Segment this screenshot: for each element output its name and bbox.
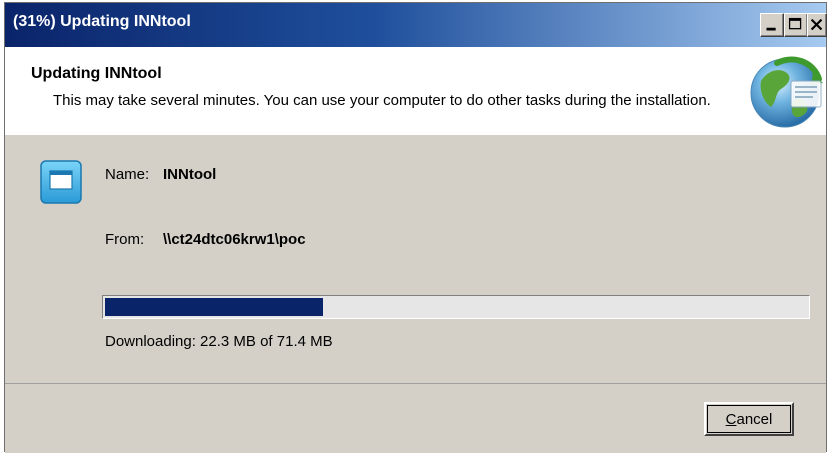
cancel-label: ancel — [736, 411, 773, 428]
minimize-button[interactable] — [760, 13, 784, 37]
download-status: Downloading: 22.3 MB of 71.4 MB — [105, 333, 333, 350]
header-description: This may take several minutes. You can u… — [53, 92, 711, 109]
name-value: INNtool — [163, 166, 217, 183]
download-progress-bar — [102, 295, 810, 319]
maximize-button[interactable] — [784, 13, 808, 37]
cancel-button[interactable]: Cancel — [704, 402, 794, 436]
close-button[interactable] — [807, 13, 827, 37]
from-label: From: — [105, 231, 145, 248]
window-title: (31%) Updating INNtool — [13, 13, 191, 30]
footer-panel: Cancel — [5, 384, 826, 453]
header-title: Updating INNtool — [31, 65, 162, 82]
header-panel: Updating INNtool This may take several m… — [5, 47, 826, 136]
title-bar[interactable]: (31%) Updating INNtool — [5, 3, 827, 47]
maximize-icon — [788, 17, 802, 30]
progress-fill — [105, 298, 323, 316]
content-panel: Name: INNtool From: \\ct24dtc06krw1\poc … — [5, 135, 826, 384]
minimize-icon — [766, 27, 776, 31]
application-window-icon — [40, 160, 82, 204]
globe-update-icon — [750, 56, 823, 128]
cancel-mnemonic: C — [725, 411, 737, 428]
from-value: \\ct24dtc06krw1\poc — [163, 231, 306, 248]
close-icon — [810, 18, 823, 31]
installer-window: (31%) Updating INNtool Updating INNtool … — [4, 2, 827, 453]
name-label: Name: — [105, 166, 150, 183]
